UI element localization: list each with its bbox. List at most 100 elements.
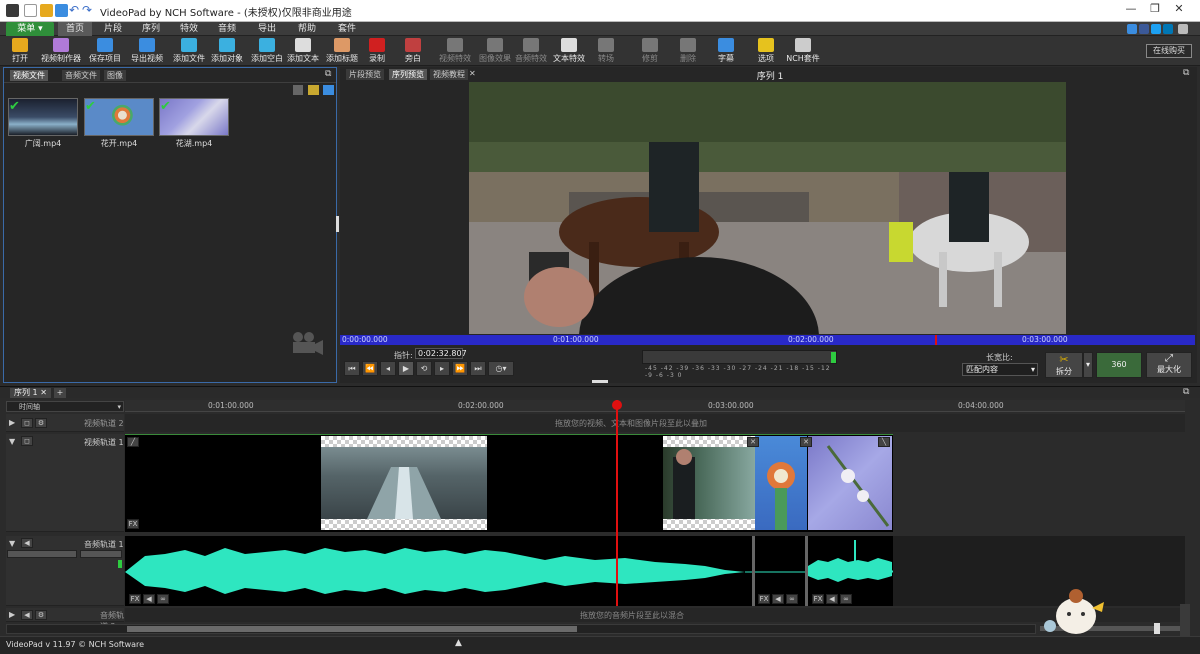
- tab-clip[interactable]: 片段: [96, 22, 130, 36]
- track-video-2[interactable]: 拖放您的视频、文本和图像片段至此以叠加: [125, 414, 1185, 432]
- volume-slider[interactable]: [7, 550, 77, 558]
- new-icon[interactable]: [24, 4, 37, 17]
- toolbar-button[interactable]: 添加文件: [170, 38, 208, 65]
- visibility-icon[interactable]: ◻: [21, 436, 33, 446]
- toolbar-button[interactable]: 选项: [752, 38, 780, 65]
- close-button[interactable]: ✕: [1168, 2, 1190, 18]
- tab-suite[interactable]: 套件: [330, 22, 364, 36]
- twitter-icon[interactable]: [1151, 24, 1161, 34]
- toolbar-button[interactable]: 添加空白: [248, 38, 286, 65]
- step-forward-button[interactable]: ▸: [434, 361, 450, 376]
- toolbar-button[interactable]: 删除: [674, 38, 702, 65]
- buy-online-button[interactable]: 在线购买: [1146, 44, 1192, 58]
- transition-icon[interactable]: ╱: [127, 437, 139, 447]
- panel-splitter[interactable]: [336, 216, 339, 232]
- cursor-time[interactable]: 0:02:32.807: [415, 348, 467, 359]
- toolbar-button[interactable]: 添加标题: [322, 38, 362, 65]
- undock-icon[interactable]: ⧉: [325, 69, 331, 79]
- toolbar-button[interactable]: 图像效果: [476, 38, 514, 65]
- toolbar-button[interactable]: 字幕: [712, 38, 740, 65]
- toolbar-button[interactable]: 视频特效: [436, 38, 474, 65]
- track-options-icon[interactable]: ⚙: [35, 418, 47, 428]
- like-icon[interactable]: [1127, 24, 1137, 34]
- save-icon[interactable]: [55, 4, 68, 17]
- volume-icon[interactable]: ◀: [143, 594, 155, 604]
- undo-icon[interactable]: ↶: [69, 4, 82, 17]
- facebook-icon[interactable]: [1139, 24, 1149, 34]
- toolbar-button[interactable]: 音频特效: [512, 38, 550, 65]
- close-tab-icon[interactable]: ✕: [469, 69, 476, 78]
- step-back-button[interactable]: ◂: [380, 361, 396, 376]
- expand-icon[interactable]: ▶: [9, 610, 15, 619]
- folder-icon[interactable]: [308, 85, 319, 95]
- maximize-button[interactable]: ❐: [1144, 2, 1166, 18]
- close-icon[interactable]: ✕: [40, 388, 47, 397]
- expand-panel-icon[interactable]: ▲: [455, 638, 462, 648]
- toolbar-button[interactable]: 视频制作器: [38, 38, 84, 65]
- clip-blossom[interactable]: [808, 436, 892, 530]
- fx-icon[interactable]: FX: [812, 594, 824, 604]
- playhead[interactable]: [616, 400, 618, 606]
- visibility-icon[interactable]: ◻: [21, 418, 33, 428]
- toolbar-button[interactable]: 打开: [6, 38, 34, 65]
- transition-icon[interactable]: ✕: [747, 437, 759, 447]
- trash-icon[interactable]: [293, 85, 303, 95]
- link-icon[interactable]: ∞: [157, 594, 169, 604]
- link-icon[interactable]: ∞: [786, 594, 798, 604]
- speaker-icon[interactable]: ◀: [21, 610, 33, 620]
- collapse-icon[interactable]: ▼: [9, 539, 15, 548]
- toolbar-button[interactable]: 添加文本: [286, 38, 320, 65]
- timeline-scrollbar[interactable]: [6, 624, 1036, 634]
- track-audio-1[interactable]: [125, 536, 1185, 606]
- go-start-button[interactable]: ⏮: [344, 361, 360, 376]
- maximize-preview-button[interactable]: ⤢ 最大化: [1146, 352, 1192, 378]
- undock-icon[interactable]: ⧉: [1183, 387, 1189, 397]
- track-audio-2[interactable]: 拖放您的音频片段至此以混合: [125, 608, 1185, 622]
- toolbar-button[interactable]: 旁白: [398, 38, 428, 65]
- link-icon[interactable]: ∞: [840, 594, 852, 604]
- vr-360-button[interactable]: 360: [1096, 352, 1142, 378]
- split-dropdown[interactable]: ▾: [1083, 352, 1093, 378]
- tab-export[interactable]: 导出: [250, 22, 284, 36]
- next-clip-button[interactable]: ⏩: [452, 361, 468, 376]
- toolbar-button[interactable]: 保存项目: [86, 38, 124, 65]
- tab-clip-preview[interactable]: 片段预览: [346, 69, 384, 80]
- pan-slider[interactable]: [80, 550, 122, 558]
- expand-icon[interactable]: ▶: [9, 418, 15, 427]
- toolbar-button[interactable]: 添加对象: [208, 38, 246, 65]
- linkedin-icon[interactable]: [1163, 24, 1173, 34]
- play-button[interactable]: ▶: [398, 361, 414, 376]
- list-view-icon[interactable]: [323, 85, 334, 95]
- view-mode-select[interactable]: 时间轴 ▾: [6, 401, 124, 412]
- tab-video-files[interactable]: 视频文件: [10, 70, 48, 81]
- preview-time-ruler[interactable]: 0:00:00.000 0:01:00.000 0:02:00.000 0:03…: [340, 335, 1195, 345]
- transition-icon[interactable]: ✕: [800, 437, 812, 447]
- zoom-slider-thumb[interactable]: [1154, 623, 1160, 634]
- speaker-icon[interactable]: ◀: [21, 538, 33, 548]
- toolbar-button[interactable]: 修剪: [636, 38, 664, 65]
- loop-button[interactable]: ⟲: [416, 361, 432, 376]
- tab-sequence-1[interactable]: 序列 1 ✕: [10, 388, 51, 398]
- toolbar-button[interactable]: 转场: [592, 38, 620, 65]
- minimize-button[interactable]: —: [1120, 2, 1142, 18]
- main-menu-button[interactable]: 菜单 ▾: [6, 22, 54, 36]
- scrollbar-thumb[interactable]: [127, 626, 577, 632]
- add-sequence-button[interactable]: +: [54, 388, 66, 398]
- fx-icon[interactable]: FX: [129, 594, 141, 604]
- volume-icon[interactable]: ◀: [772, 594, 784, 604]
- transition-icon[interactable]: ╲: [878, 437, 890, 447]
- tab-sequence[interactable]: 序列: [134, 22, 168, 36]
- volume-icon[interactable]: ◀: [826, 594, 838, 604]
- toolbar-button[interactable]: 导出视频: [128, 38, 166, 65]
- track-options-icon[interactable]: ⚙: [35, 610, 47, 620]
- aspect-select[interactable]: 匹配内容 ▾: [962, 363, 1038, 376]
- tab-audio-files[interactable]: 音频文件: [62, 70, 100, 81]
- toolbar-button[interactable]: 文本特效: [550, 38, 588, 65]
- toolbar-button[interactable]: 录制: [362, 38, 392, 65]
- split-button[interactable]: ✂ 拆分: [1045, 352, 1083, 378]
- tab-images[interactable]: 图像: [104, 70, 126, 81]
- tab-help[interactable]: 帮助: [290, 22, 324, 36]
- go-end-button[interactable]: ⏭: [470, 361, 486, 376]
- fx-icon[interactable]: FX: [758, 594, 770, 604]
- timeline-ruler[interactable]: 0:01:00.000 0:02:00.000 0:03:00.000 0:04…: [125, 400, 1185, 412]
